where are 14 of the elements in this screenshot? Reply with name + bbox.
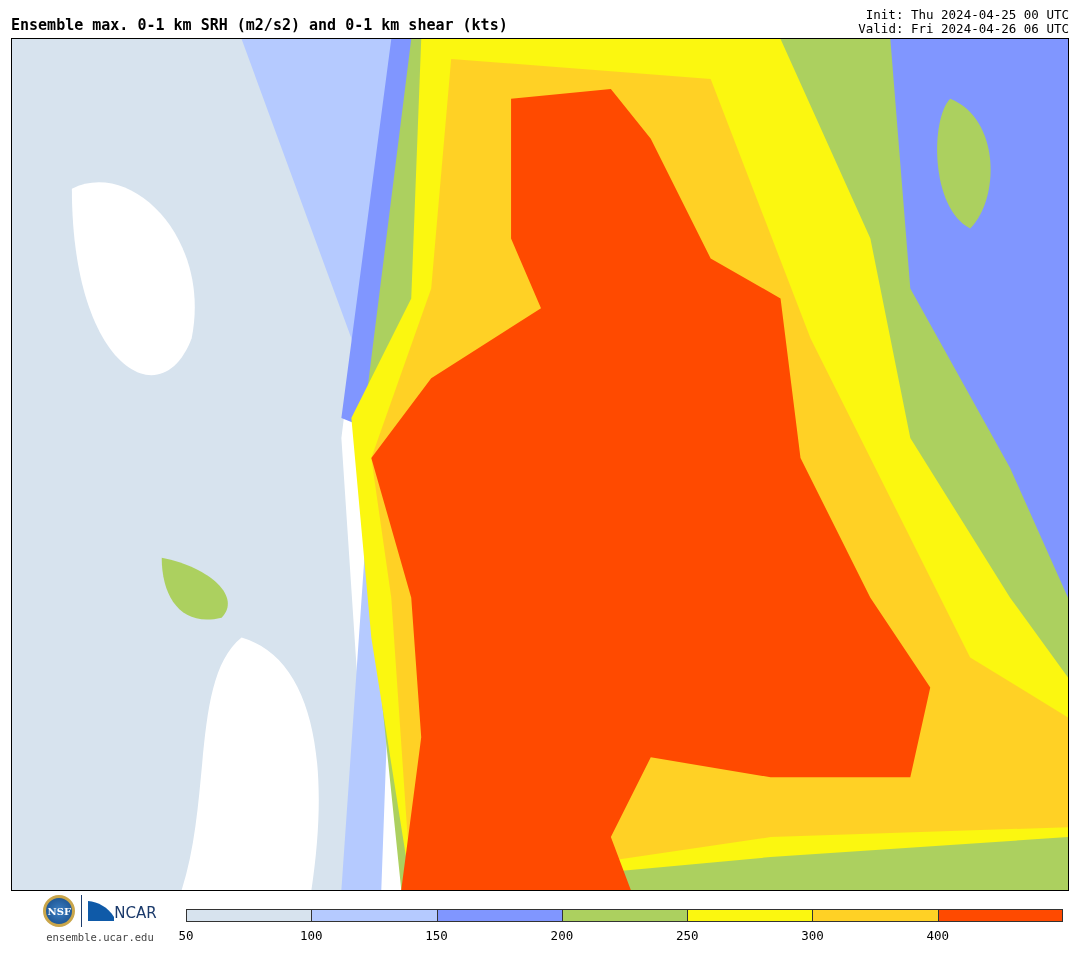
init-time: Init: Thu 2024-04-25 00 UTC [865,8,1069,22]
legend-tick-label: 100 [300,928,323,943]
brand-logo: NCAR [114,906,157,921]
swoosh-icon [88,901,115,921]
legend-tick-label: 250 [675,928,699,943]
legend-tick-label: 150 [425,928,448,943]
legend-tick-label: 300 [801,928,824,943]
legend-tick-label: 50 [178,928,194,943]
valid-time: Valid: Fri 2024-04-26 06 UTC [858,22,1069,36]
legend-tick-label: 400 [926,928,950,943]
legend-tick-label: 200 [550,928,574,943]
site-url: ensemble.ucar.edu [46,931,154,943]
chart-title: Ensemble max. 0-1 km SRH (m2/s2) and 0-1 km shear (kts) [11,16,508,34]
seal-logo: NSF [43,895,76,927]
